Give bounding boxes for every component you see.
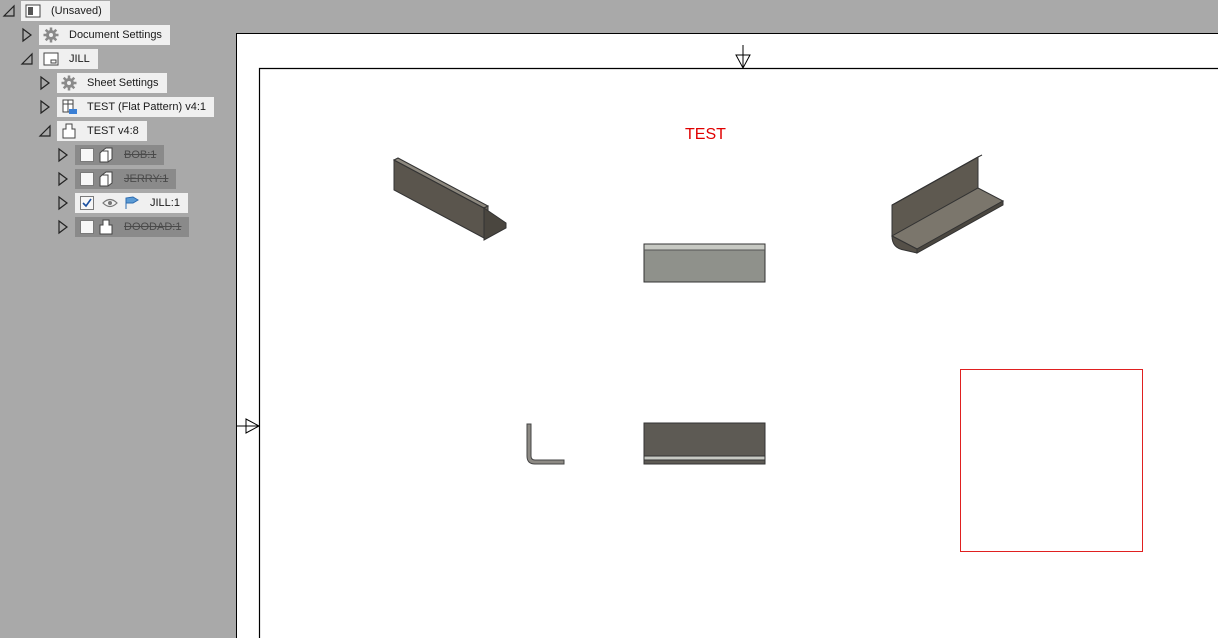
visibility-checkbox-checked[interactable] bbox=[80, 196, 94, 210]
body-icon bbox=[96, 171, 116, 187]
visibility-checkbox[interactable] bbox=[80, 148, 94, 162]
expand-arrow-icon[interactable] bbox=[56, 147, 70, 163]
expand-arrow-icon[interactable] bbox=[56, 171, 70, 187]
collapse-arrow-icon[interactable] bbox=[2, 3, 16, 19]
center-mark-top bbox=[735, 45, 751, 70]
browser-tree: (Unsaved) Document Settings JILL Sheet S… bbox=[0, 0, 236, 638]
tree-node-root[interactable]: (Unsaved) bbox=[0, 0, 236, 22]
gear-icon bbox=[59, 75, 79, 91]
sheet-jill-label: JILL bbox=[69, 53, 90, 65]
sheet-inner-frame bbox=[258, 67, 1218, 638]
flat-pattern-label: TEST (Flat Pattern) v4:1 bbox=[87, 101, 207, 113]
center-mark-left bbox=[236, 418, 261, 434]
view-side-profile bbox=[526, 423, 565, 465]
flat-pattern-view-icon bbox=[59, 99, 79, 115]
sheet-settings-label: Sheet Settings bbox=[87, 77, 159, 89]
body-doodad-label: DOODAD:1 bbox=[124, 221, 182, 233]
collapse-arrow-icon[interactable] bbox=[38, 123, 52, 139]
eye-icon[interactable] bbox=[100, 195, 120, 211]
tree-node-body-jerry[interactable]: JERRY:1 bbox=[0, 168, 236, 190]
tree-label-document-settings[interactable]: Document Settings bbox=[39, 25, 170, 45]
tree-label-sheet-settings[interactable]: Sheet Settings bbox=[57, 73, 167, 93]
expand-arrow-icon[interactable] bbox=[38, 75, 52, 91]
drawing-canvas[interactable]: TEST bbox=[236, 0, 1218, 638]
sheet-text-annotation[interactable]: TEST bbox=[685, 126, 726, 144]
tree-label-root[interactable]: (Unsaved) bbox=[21, 1, 110, 21]
visibility-checkbox[interactable] bbox=[80, 220, 94, 234]
tree-label-component-test[interactable]: TEST v4:8 bbox=[57, 121, 147, 141]
tree-label-body-jerry[interactable]: JERRY:1 bbox=[75, 169, 177, 189]
body-icon bbox=[96, 147, 116, 163]
view-isometric-left bbox=[392, 157, 507, 241]
body-jill-label: JILL:1 bbox=[150, 197, 180, 209]
tree-node-body-bob[interactable]: BOB:1 bbox=[0, 144, 236, 166]
sheet-icon bbox=[41, 51, 61, 67]
checkmark-icon bbox=[82, 198, 92, 208]
expand-arrow-icon[interactable] bbox=[56, 195, 70, 211]
component-test-label: TEST v4:8 bbox=[87, 125, 139, 137]
tree-node-document-settings[interactable]: Document Settings bbox=[0, 24, 236, 46]
expand-arrow-icon[interactable] bbox=[38, 99, 52, 115]
component-view-icon bbox=[59, 123, 79, 139]
root-label: (Unsaved) bbox=[51, 5, 102, 17]
expand-arrow-icon[interactable] bbox=[56, 219, 70, 235]
visibility-checkbox[interactable] bbox=[80, 172, 94, 186]
tree-node-flat-pattern[interactable]: TEST (Flat Pattern) v4:1 bbox=[0, 96, 236, 118]
view-isometric-right bbox=[890, 154, 1005, 254]
drawing-document-icon bbox=[23, 3, 43, 19]
tree-node-sheet-settings[interactable]: Sheet Settings bbox=[0, 72, 236, 94]
sketch-rectangle bbox=[960, 369, 1143, 552]
tree-label-body-doodad[interactable]: DOODAD:1 bbox=[75, 217, 190, 237]
sheet-metal-flag-icon bbox=[122, 195, 142, 211]
tree-node-body-doodad[interactable]: DOODAD:1 bbox=[0, 216, 236, 238]
drawing-sheet bbox=[236, 0, 1218, 638]
collapse-arrow-icon[interactable] bbox=[20, 51, 34, 67]
tree-node-body-jill[interactable]: JILL:1 bbox=[0, 192, 236, 214]
tree-label-body-bob[interactable]: BOB:1 bbox=[75, 145, 165, 165]
tree-label-sheet-jill[interactable]: JILL bbox=[39, 49, 98, 69]
gear-icon bbox=[41, 27, 61, 43]
tree-label-flat-pattern[interactable]: TEST (Flat Pattern) v4:1 bbox=[57, 97, 215, 117]
expand-arrow-icon[interactable] bbox=[20, 27, 34, 43]
document-settings-label: Document Settings bbox=[69, 29, 162, 41]
view-top bbox=[643, 243, 766, 283]
tree-label-body-jill[interactable]: JILL:1 bbox=[75, 193, 188, 213]
tree-node-component-test[interactable]: TEST v4:8 bbox=[0, 120, 236, 142]
tree-node-sheet-jill[interactable]: JILL bbox=[0, 48, 236, 70]
body-bob-label: BOB:1 bbox=[124, 149, 157, 161]
component-view-icon bbox=[96, 219, 116, 235]
body-jerry-label: JERRY:1 bbox=[124, 173, 169, 185]
view-front bbox=[643, 422, 766, 465]
